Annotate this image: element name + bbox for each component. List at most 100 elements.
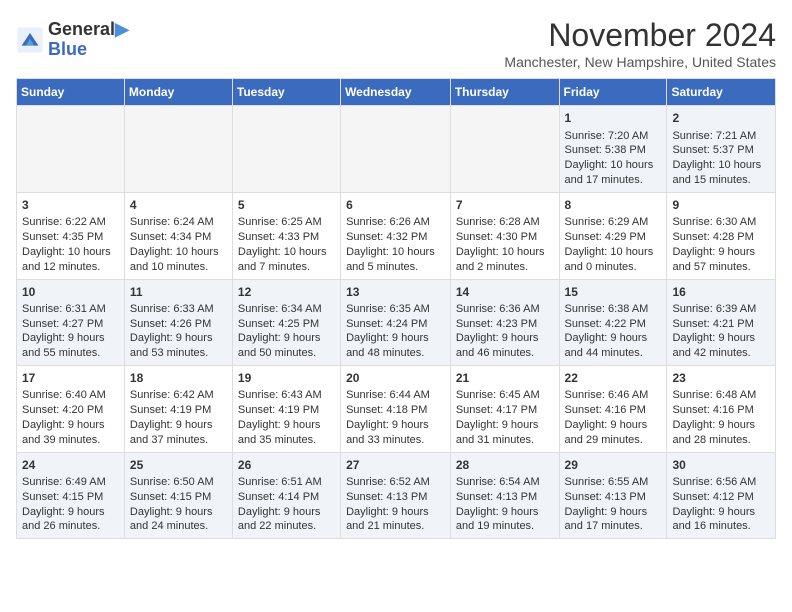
calendar-week-5: 24Sunrise: 6:49 AM Sunset: 4:15 PM Dayli… [17, 452, 776, 539]
calendar-cell: 11 Sunrise: 6:33 AM Sunset: 4:26 PM Dayli… [124, 279, 232, 366]
day-number: 15 [565, 284, 662, 300]
day-number: 26 [238, 457, 335, 473]
day-number: 3 [22, 197, 119, 213]
calendar-cell: 14 Sunrise: 6:36 AM Sunset: 4:23 PM Dayli… [450, 279, 559, 366]
day-info: Sunrise: 7:20 AM Sunset: 5:38 PM Dayligh… [565, 129, 662, 188]
calendar-week-3: 10 Sunrise: 6:31 AM Sunset: 4:27 PM Dayli… [17, 279, 776, 366]
day-number: 24 [22, 457, 119, 473]
day-number: 7 [456, 197, 554, 213]
calendar-cell: 29 Sunrise: 6:55 AM Sunset: 4:13 PM Dayli… [559, 452, 667, 539]
calendar-cell: 12 Sunrise: 6:34 AM Sunset: 4:25 PM Dayli… [232, 279, 340, 366]
day-number: 8 [565, 197, 662, 213]
day-info: Sunrise: 6:24 AM Sunset: 4:34 PM Dayligh… [130, 215, 227, 274]
calendar-cell [450, 106, 559, 193]
calendar-week-1: 1 Sunrise: 7:20 AM Sunset: 5:38 PM Daylig… [17, 106, 776, 193]
day-number: 5 [238, 197, 335, 213]
calendar-cell: 28 Sunrise: 6:54 AM Sunset: 4:13 PM Dayli… [450, 452, 559, 539]
day-info: Sunrise: 6:40 AM Sunset: 4:20 PM Dayligh… [22, 388, 119, 447]
logo-text: General▶ Blue [48, 20, 129, 60]
subtitle: Manchester, New Hampshire, United States [504, 54, 776, 70]
calendar-cell: 19 Sunrise: 6:43 AM Sunset: 4:19 PM Dayli… [232, 366, 340, 453]
day-info: Sunrise: 6:38 AM Sunset: 4:22 PM Dayligh… [565, 302, 662, 361]
day-info: Sunrise: 6:35 AM Sunset: 4:24 PM Dayligh… [346, 302, 445, 361]
day-number: 23 [672, 370, 770, 386]
day-number: 27 [346, 457, 445, 473]
day-info: Sunrise: 6:50 AM Sunset: 4:15 PM Dayligh… [130, 475, 227, 534]
day-info: Sunrise: 6:44 AM Sunset: 4:18 PM Dayligh… [346, 388, 445, 447]
day-info: Sunrise: 6:34 AM Sunset: 4:25 PM Dayligh… [238, 302, 335, 361]
day-info: Sunrise: 6:29 AM Sunset: 4:29 PM Dayligh… [565, 215, 662, 274]
calendar-cell: 1 Sunrise: 7:20 AM Sunset: 5:38 PM Daylig… [559, 106, 667, 193]
calendar-cell: 4 Sunrise: 6:24 AM Sunset: 4:34 PM Daylig… [124, 192, 232, 279]
calendar-cell: 8 Sunrise: 6:29 AM Sunset: 4:29 PM Daylig… [559, 192, 667, 279]
logo: General▶ Blue [16, 20, 129, 60]
calendar-week-4: 17Sunrise: 6:40 AM Sunset: 4:20 PM Dayli… [17, 366, 776, 453]
main-title: November 2024 [504, 16, 776, 54]
title-block: November 2024 Manchester, New Hampshire,… [504, 16, 776, 70]
day-info: Sunrise: 6:51 AM Sunset: 4:14 PM Dayligh… [238, 475, 335, 534]
calendar-cell: 2 Sunrise: 7:21 AM Sunset: 5:37 PM Daylig… [667, 106, 776, 193]
calendar-week-2: 3 Sunrise: 6:22 AM Sunset: 4:35 PM Daylig… [17, 192, 776, 279]
day-info: Sunrise: 6:55 AM Sunset: 4:13 PM Dayligh… [565, 475, 662, 534]
day-header-wednesday: Wednesday [341, 79, 451, 106]
calendar-cell: 18 Sunrise: 6:42 AM Sunset: 4:19 PM Dayli… [124, 366, 232, 453]
day-info: Sunrise: 6:56 AM Sunset: 4:12 PM Dayligh… [672, 475, 770, 534]
day-number: 13 [346, 284, 445, 300]
calendar-cell: 25 Sunrise: 6:50 AM Sunset: 4:15 PM Dayli… [124, 452, 232, 539]
day-info: Sunrise: 6:31 AM Sunset: 4:27 PM Dayligh… [22, 302, 119, 361]
day-info: Sunrise: 7:21 AM Sunset: 5:37 PM Dayligh… [672, 129, 770, 188]
day-number: 22 [565, 370, 662, 386]
day-number: 28 [456, 457, 554, 473]
calendar-cell: 15 Sunrise: 6:38 AM Sunset: 4:22 PM Dayli… [559, 279, 667, 366]
header: General▶ Blue November 2024 Manchester, … [16, 16, 776, 70]
day-number: 14 [456, 284, 554, 300]
day-number: 20 [346, 370, 445, 386]
calendar-cell: 3 Sunrise: 6:22 AM Sunset: 4:35 PM Daylig… [17, 192, 125, 279]
calendar-cell: 26 Sunrise: 6:51 AM Sunset: 4:14 PM Dayli… [232, 452, 340, 539]
day-header-monday: Monday [124, 79, 232, 106]
day-info: Sunrise: 6:43 AM Sunset: 4:19 PM Dayligh… [238, 388, 335, 447]
calendar-cell: 24Sunrise: 6:49 AM Sunset: 4:15 PM Dayli… [17, 452, 125, 539]
day-info: Sunrise: 6:42 AM Sunset: 4:19 PM Dayligh… [130, 388, 227, 447]
day-info: Sunrise: 6:52 AM Sunset: 4:13 PM Dayligh… [346, 475, 445, 534]
day-number: 4 [130, 197, 227, 213]
day-number: 10 [22, 284, 119, 300]
day-header-sunday: Sunday [17, 79, 125, 106]
day-header-thursday: Thursday [450, 79, 559, 106]
day-number: 16 [672, 284, 770, 300]
day-info: Sunrise: 6:46 AM Sunset: 4:16 PM Dayligh… [565, 388, 662, 447]
calendar-table: SundayMondayTuesdayWednesdayThursdayFrid… [16, 78, 776, 539]
day-header-tuesday: Tuesday [232, 79, 340, 106]
calendar-cell: 10 Sunrise: 6:31 AM Sunset: 4:27 PM Dayli… [17, 279, 125, 366]
day-number: 25 [130, 457, 227, 473]
day-number: 30 [672, 457, 770, 473]
day-info: Sunrise: 6:33 AM Sunset: 4:26 PM Dayligh… [130, 302, 227, 361]
day-number: 6 [346, 197, 445, 213]
day-number: 19 [238, 370, 335, 386]
day-number: 29 [565, 457, 662, 473]
calendar-cell: 20 Sunrise: 6:44 AM Sunset: 4:18 PM Dayli… [341, 366, 451, 453]
day-number: 12 [238, 284, 335, 300]
calendar-cell: 5Sunrise: 6:25 AM Sunset: 4:33 PM Daylig… [232, 192, 340, 279]
calendar-cell: 27 Sunrise: 6:52 AM Sunset: 4:13 PM Dayli… [341, 452, 451, 539]
calendar-cell: 16 Sunrise: 6:39 AM Sunset: 4:21 PM Dayli… [667, 279, 776, 366]
calendar-cell: 17Sunrise: 6:40 AM Sunset: 4:20 PM Dayli… [17, 366, 125, 453]
day-number: 18 [130, 370, 227, 386]
day-number: 11 [130, 284, 227, 300]
calendar-cell [232, 106, 340, 193]
day-number: 1 [565, 110, 662, 126]
day-info: Sunrise: 6:39 AM Sunset: 4:21 PM Dayligh… [672, 302, 770, 361]
day-header-friday: Friday [559, 79, 667, 106]
day-info: Sunrise: 6:45 AM Sunset: 4:17 PM Dayligh… [456, 388, 554, 447]
calendar-cell: 13 Sunrise: 6:35 AM Sunset: 4:24 PM Dayli… [341, 279, 451, 366]
day-header-saturday: Saturday [667, 79, 776, 106]
day-info: Sunrise: 6:22 AM Sunset: 4:35 PM Dayligh… [22, 215, 119, 274]
day-number: 21 [456, 370, 554, 386]
day-number: 2 [672, 110, 770, 126]
calendar-cell: 22 Sunrise: 6:46 AM Sunset: 4:16 PM Dayli… [559, 366, 667, 453]
day-info: Sunrise: 6:36 AM Sunset: 4:23 PM Dayligh… [456, 302, 554, 361]
calendar-cell [124, 106, 232, 193]
day-info: Sunrise: 6:54 AM Sunset: 4:13 PM Dayligh… [456, 475, 554, 534]
day-info: Sunrise: 6:26 AM Sunset: 4:32 PM Dayligh… [346, 215, 445, 274]
day-info: Sunrise: 6:28 AM Sunset: 4:30 PM Dayligh… [456, 215, 554, 274]
